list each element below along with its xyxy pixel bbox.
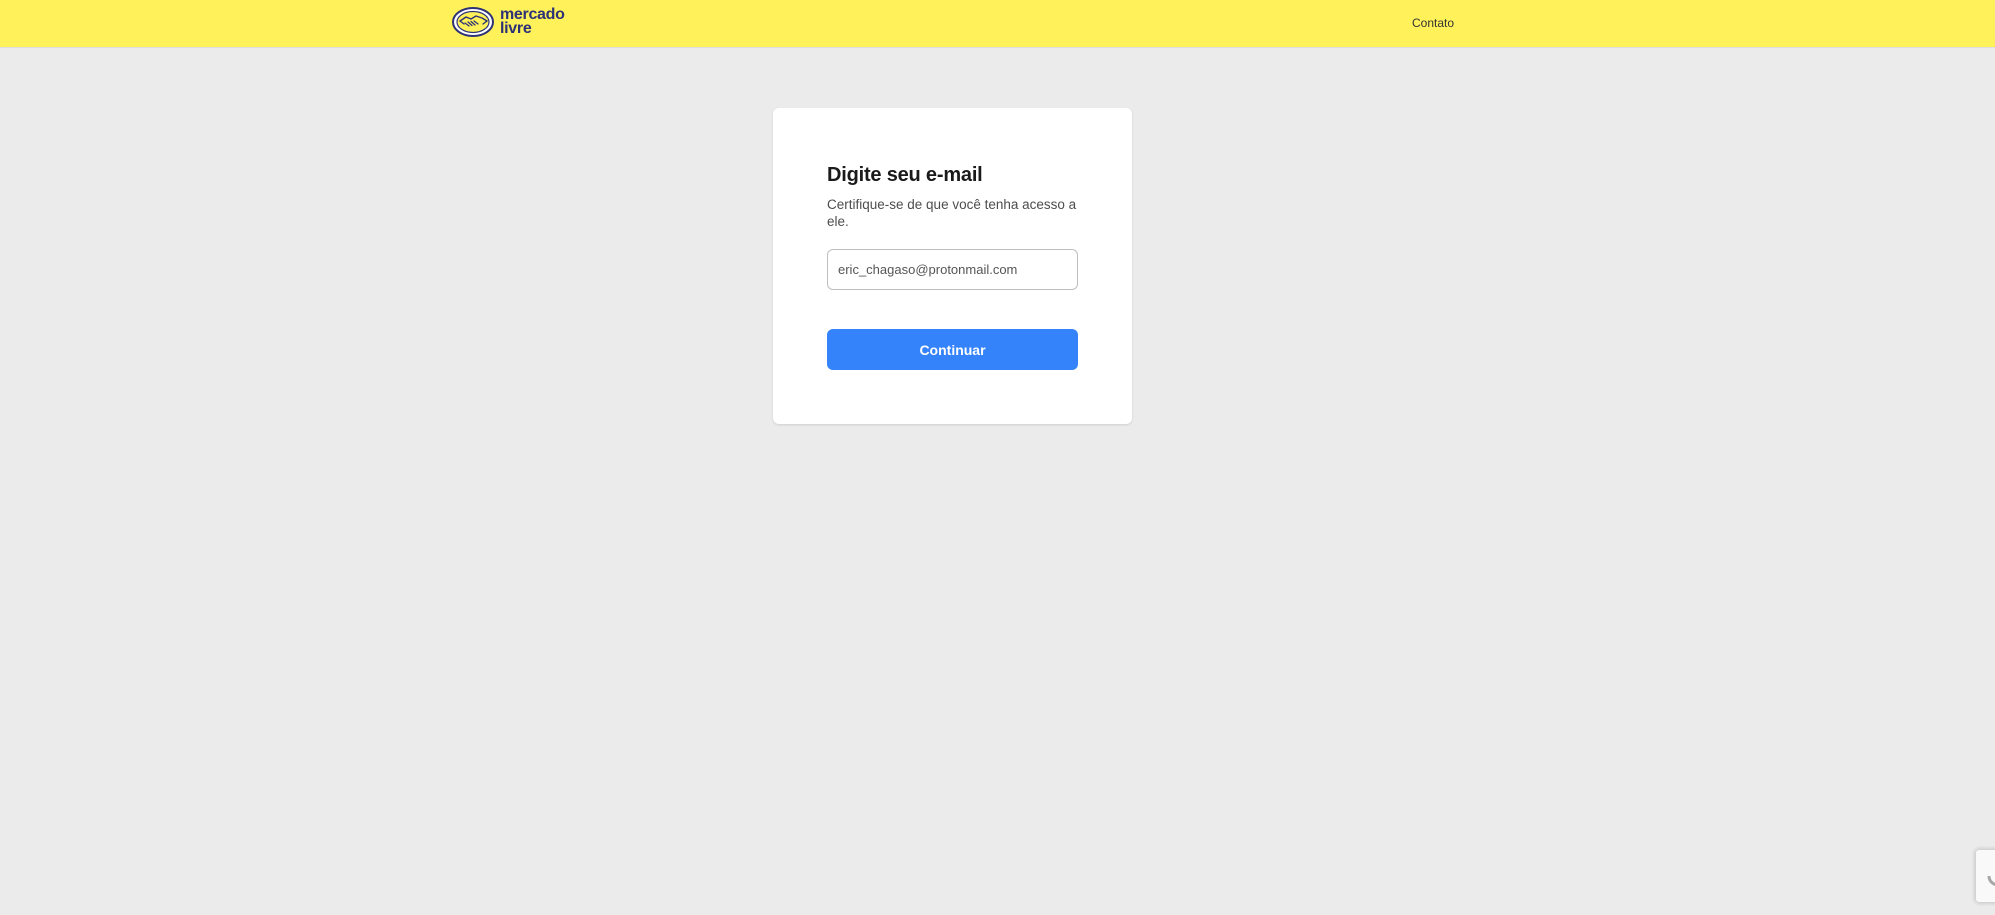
contact-link[interactable]: Contato bbox=[1412, 16, 1454, 30]
page-title: Digite seu e-mail bbox=[827, 164, 983, 186]
mercado-livre-logo[interactable]: mercado livre bbox=[452, 6, 565, 38]
top-header: mercado livre Contato bbox=[0, 0, 1995, 47]
continue-button[interactable]: Continuar bbox=[827, 329, 1078, 370]
page-subtitle: Certifique-se de que você tenha acesso a… bbox=[827, 197, 1077, 229]
recaptcha-icon bbox=[1987, 875, 1995, 887]
email-login-card: Digite seu e-mail Certifique-se de que v… bbox=[773, 108, 1132, 424]
handshake-icon bbox=[452, 7, 494, 37]
recaptcha-badge[interactable] bbox=[1976, 850, 1995, 902]
logo-wordmark: mercado livre bbox=[500, 7, 565, 37]
logo-line-2: livre bbox=[500, 20, 532, 37]
email-field[interactable] bbox=[827, 249, 1078, 290]
